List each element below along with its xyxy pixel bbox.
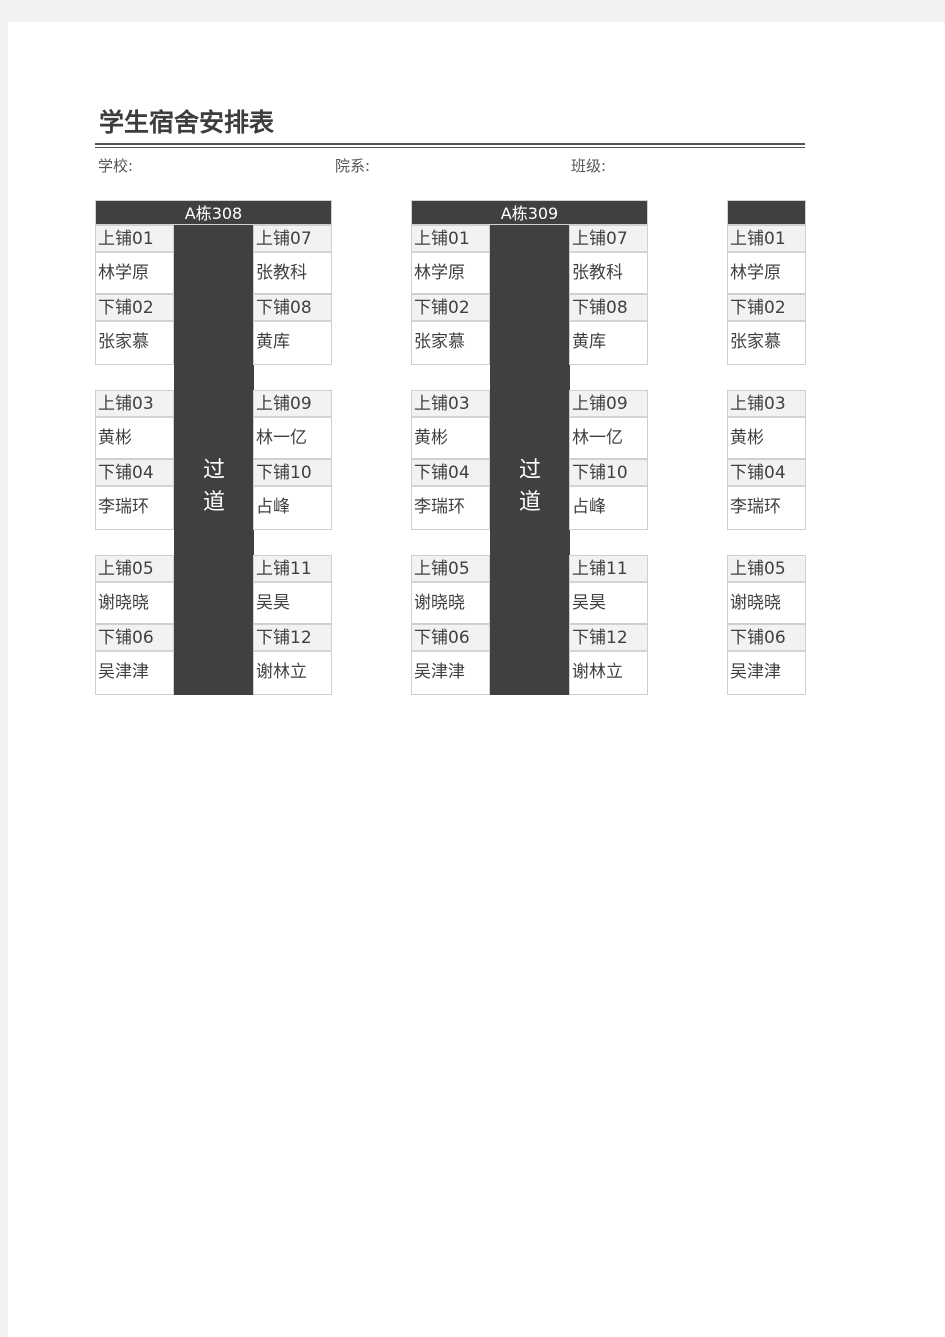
bed-occupant: 谢晓晓: [412, 583, 489, 625]
bed-block: 上铺01 林学原 下铺02 张家慕: [95, 225, 174, 365]
aisle: 过 道: [174, 225, 254, 695]
bed-occupant: 张教科: [254, 253, 331, 295]
bed-label: 上铺03: [412, 391, 489, 418]
bed-label: 上铺01: [412, 226, 489, 253]
bed-occupant: 吴昊: [570, 583, 647, 625]
bed-label: 上铺09: [570, 391, 647, 418]
title-divider-thin: [95, 147, 805, 148]
bed-occupant: 张家慕: [412, 322, 489, 364]
bed-label: 上铺01: [96, 226, 173, 253]
aisle-label: 过 道: [490, 455, 570, 519]
bed-label: 上铺07: [254, 226, 331, 253]
bed-label: 下铺10: [570, 460, 647, 487]
bed-label: 上铺07: [570, 226, 647, 253]
school-label: 学校:: [98, 157, 134, 175]
bed-block: 上铺09 林一亿 下铺10 占峰: [253, 390, 332, 530]
bed-occupant: 吴津津: [728, 652, 805, 694]
bed-occupant: 李瑞环: [728, 487, 805, 529]
bed-block: 上铺05 谢晓晓 下铺06 吴津津: [95, 555, 174, 695]
bed-block: 上铺11 吴昊 下铺12 谢林立: [569, 555, 648, 695]
bed-occupant: 张家慕: [96, 322, 173, 364]
title-divider: [95, 143, 805, 145]
bed-block: 上铺11 吴昊 下铺12 谢林立: [253, 555, 332, 695]
class-label: 班级:: [571, 157, 607, 175]
bed-label: 下铺12: [254, 625, 331, 652]
bed-occupant: 张家慕: [728, 322, 805, 364]
bed-occupant: 吴津津: [412, 652, 489, 694]
bed-label: 下铺08: [254, 295, 331, 322]
bed-label: 上铺03: [728, 391, 805, 418]
bed-block: 上铺03 黄彬 下铺04 李瑞环: [727, 390, 806, 530]
aisle-label-line1: 过: [202, 458, 225, 483]
bed-label: 上铺03: [96, 391, 173, 418]
bed-occupant: 李瑞环: [96, 487, 173, 529]
bed-occupant: 黄库: [254, 322, 331, 364]
bed-occupant: 林学原: [412, 253, 489, 295]
bed-occupant: 李瑞环: [412, 487, 489, 529]
bed-label: 下铺06: [96, 625, 173, 652]
bed-label: 下铺08: [570, 295, 647, 322]
bed-label: 下铺12: [570, 625, 647, 652]
bed-label: 下铺04: [412, 460, 489, 487]
bed-block: 上铺05 谢晓晓 下铺06 吴津津: [411, 555, 490, 695]
bed-block: 上铺01 林学原 下铺02 张家慕: [727, 225, 806, 365]
page-title: 学生宿舍安排表: [99, 108, 275, 137]
aisle-label: 过 道: [174, 455, 254, 519]
bed-block: 上铺03 黄彬 下铺04 李瑞环: [411, 390, 490, 530]
aisle-label-line2: 道: [518, 490, 541, 515]
bed-occupant: 谢林立: [570, 652, 647, 694]
bed-label: 下铺06: [728, 625, 805, 652]
bed-label: 上铺05: [728, 556, 805, 583]
bed-label: 上铺11: [254, 556, 331, 583]
bed-occupant: 谢林立: [254, 652, 331, 694]
bed-label: 上铺05: [96, 556, 173, 583]
bed-label: 上铺11: [570, 556, 647, 583]
bed-label: 下铺02: [96, 295, 173, 322]
bed-occupant: 张教科: [570, 253, 647, 295]
room-name: [727, 200, 806, 225]
bed-label: 上铺05: [412, 556, 489, 583]
bed-block: 上铺09 林一亿 下铺10 占峰: [569, 390, 648, 530]
bed-block: 上铺03 黄彬 下铺04 李瑞环: [95, 390, 174, 530]
bed-occupant: 黄彬: [728, 418, 805, 460]
bed-occupant: 谢晓晓: [728, 583, 805, 625]
aisle-label-line1: 过: [518, 458, 541, 483]
bed-occupant: 林学原: [96, 253, 173, 295]
bed-label: 下铺04: [96, 460, 173, 487]
aisle-label-line2: 道: [202, 490, 225, 515]
bed-label: 下铺02: [412, 295, 489, 322]
bed-occupant: 占峰: [254, 487, 331, 529]
bed-block: 上铺07 张教科 下铺08 黄库: [569, 225, 648, 365]
bed-occupant: 占峰: [570, 487, 647, 529]
bed-occupant: 黄彬: [412, 418, 489, 460]
bed-block: 上铺07 张教科 下铺08 黄库: [253, 225, 332, 365]
room-name: A栋309: [411, 200, 648, 225]
bed-occupant: 林一亿: [254, 418, 331, 460]
department-label: 院系:: [335, 157, 371, 175]
bed-label: 下铺04: [728, 460, 805, 487]
bed-label: 上铺01: [728, 226, 805, 253]
bed-label: 下铺06: [412, 625, 489, 652]
bed-block: 上铺05 谢晓晓 下铺06 吴津津: [727, 555, 806, 695]
bed-occupant: 谢晓晓: [96, 583, 173, 625]
bed-occupant: 黄库: [570, 322, 647, 364]
bed-occupant: 林学原: [728, 253, 805, 295]
bed-block: 上铺01 林学原 下铺02 张家慕: [411, 225, 490, 365]
bed-label: 上铺09: [254, 391, 331, 418]
bed-occupant: 吴津津: [96, 652, 173, 694]
aisle: 过 道: [490, 225, 570, 695]
room-name: A栋308: [95, 200, 332, 225]
bed-occupant: 吴昊: [254, 583, 331, 625]
bed-label: 下铺10: [254, 460, 331, 487]
bed-label: 下铺02: [728, 295, 805, 322]
bed-occupant: 林一亿: [570, 418, 647, 460]
bed-occupant: 黄彬: [96, 418, 173, 460]
